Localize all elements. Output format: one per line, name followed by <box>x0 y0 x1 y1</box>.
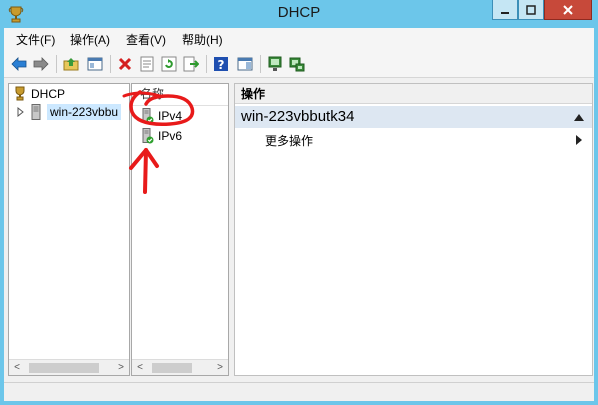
close-icon <box>563 4 573 15</box>
actions-header: 操作 <box>235 84 592 104</box>
menu-action[interactable]: 操作(A) <box>70 31 110 48</box>
show-hide-tree-icon[interactable] <box>86 55 104 73</box>
list-item-ipv4[interactable]: IPv4 <box>142 108 182 124</box>
tree-horizontal-scrollbar[interactable]: < > <box>9 359 129 375</box>
refresh-icon[interactable] <box>160 55 178 73</box>
list-horizontal-scrollbar[interactable]: < > <box>132 359 228 375</box>
tree-server-label: win-223vbbu <box>47 104 122 120</box>
status-bar <box>4 382 594 401</box>
toolbar: ? <box>4 50 594 78</box>
expand-chevron-icon[interactable] <box>17 107 25 117</box>
list-item-ipv6[interactable]: IPv6 <box>142 128 182 144</box>
ipv6-server-icon <box>142 128 154 144</box>
title-bar: DHCP <box>0 0 598 28</box>
close-button[interactable] <box>544 0 592 20</box>
scroll-right-icon[interactable]: > <box>113 360 129 376</box>
tree-root-label: DHCP <box>31 86 66 101</box>
toolbar-separator <box>56 55 57 73</box>
actions-group-title: win-223vbbutk34 <box>241 108 355 125</box>
menu-view[interactable]: 查看(V) <box>126 31 166 48</box>
toolbar-separator <box>260 55 261 73</box>
server-icon <box>31 104 41 120</box>
delete-icon[interactable] <box>116 55 134 73</box>
more-actions-item[interactable]: 更多操作 <box>265 132 313 149</box>
scrollbar-thumb[interactable] <box>29 363 99 373</box>
server-monitor-icon[interactable] <box>266 55 284 73</box>
tree-item-server[interactable]: win-223vbbu <box>17 104 122 120</box>
scroll-right-icon[interactable]: > <box>212 360 228 376</box>
console-tree-pane: DHCP win-223vbbu < > <box>8 83 130 376</box>
toolbar-separator <box>110 55 111 73</box>
submenu-arrow-icon[interactable] <box>576 135 582 145</box>
list-item-label: IPv6 <box>158 129 183 143</box>
maximize-icon <box>526 4 536 15</box>
tree-item-dhcp[interactable]: DHCP <box>13 86 65 101</box>
list-item-label: IPv4 <box>158 109 183 123</box>
scroll-left-icon[interactable]: < <box>9 360 25 376</box>
minimize-button[interactable] <box>492 0 518 20</box>
actions-pane: 操作 win-223vbbutk34 更多操作 <box>234 83 593 376</box>
scrollbar-thumb[interactable] <box>152 363 192 373</box>
up-folder-icon[interactable] <box>62 55 80 73</box>
menu-bar: 文件(F) 操作(A) 查看(V) 帮助(H) <box>4 28 594 50</box>
results-list-pane: 名称 IPv4 IPv6 < > <box>131 83 229 376</box>
actions-group-server[interactable]: win-223vbbutk34 <box>235 106 592 128</box>
svg-text:?: ? <box>218 58 225 72</box>
ipv4-server-icon <box>142 108 154 124</box>
back-arrow-icon[interactable] <box>10 55 28 73</box>
minimize-icon <box>501 11 509 14</box>
collapse-up-icon[interactable] <box>574 114 584 121</box>
menu-help[interactable]: 帮助(H) <box>182 31 223 48</box>
show-action-pane-icon[interactable] <box>236 55 254 73</box>
more-actions-label: 更多操作 <box>265 134 314 148</box>
server-manage-icon[interactable] <box>288 55 306 73</box>
forward-arrow-icon[interactable] <box>32 55 50 73</box>
window-client: 文件(F) 操作(A) 查看(V) 帮助(H) ? DHCP win-223vb… <box>4 28 594 401</box>
dhcp-trophy-icon <box>13 86 27 101</box>
column-header-name[interactable]: 名称 <box>132 84 228 106</box>
maximize-button[interactable] <box>518 0 544 20</box>
toolbar-separator <box>206 55 207 73</box>
scroll-left-icon[interactable]: < <box>132 360 148 376</box>
properties-icon[interactable] <box>138 55 156 73</box>
export-list-icon[interactable] <box>182 55 200 73</box>
menu-file[interactable]: 文件(F) <box>16 31 55 48</box>
help-icon[interactable]: ? <box>212 55 230 73</box>
